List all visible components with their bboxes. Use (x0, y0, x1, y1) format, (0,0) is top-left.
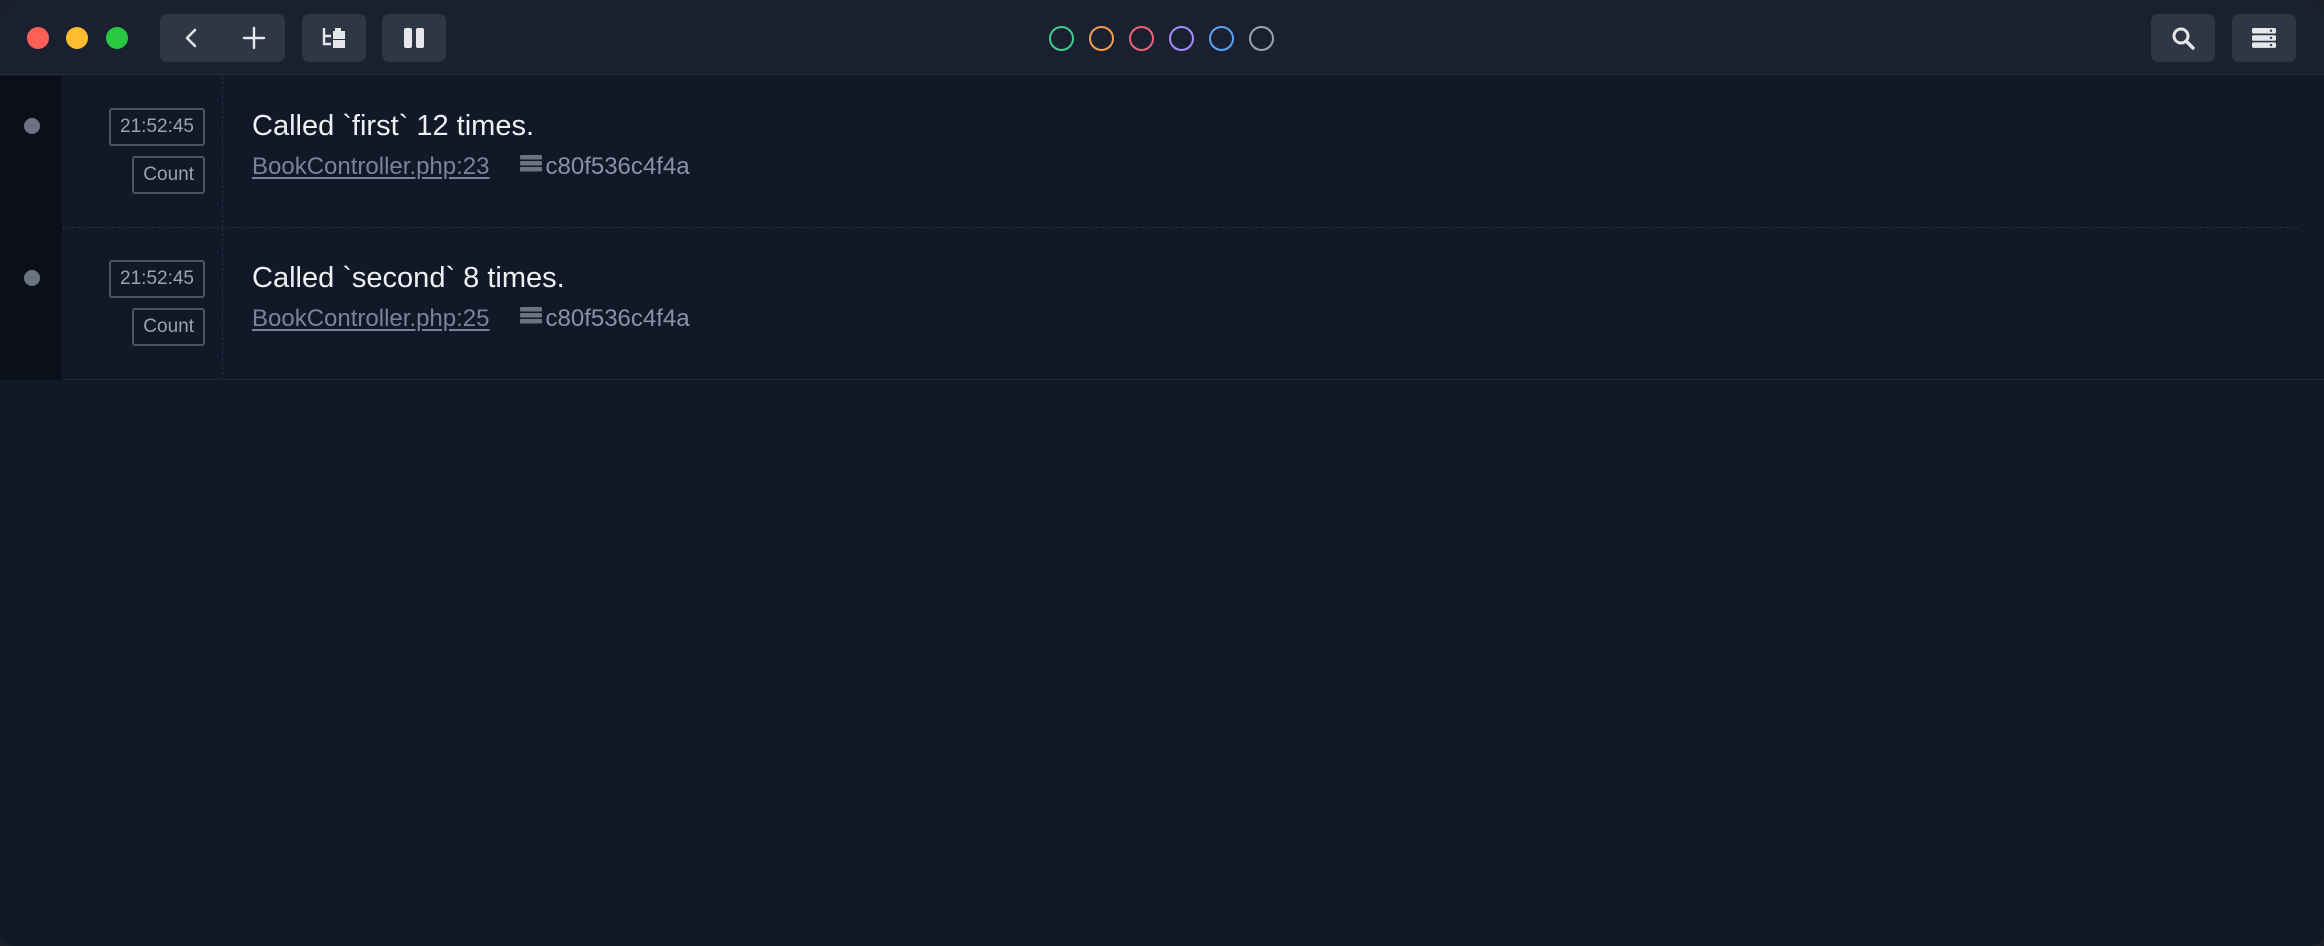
filter-orange[interactable] (1089, 26, 1114, 51)
entry-gutter (0, 76, 62, 228)
new-window-button[interactable] (222, 14, 285, 62)
search-button[interactable] (2151, 14, 2215, 62)
search-button-wrap (2151, 14, 2215, 62)
entry-origin: BookController.php:23 c80f536c4f4a (252, 152, 2304, 181)
title-bar (0, 0, 2324, 75)
filter-green[interactable] (1049, 26, 1074, 51)
entry-file-link[interactable]: BookController.php:23 (252, 153, 490, 181)
entry-meta: 21:52:45 Count (62, 228, 223, 380)
entry-timestamp: 21:52:45 (109, 260, 205, 298)
entry-meta: 21:52:45 Count (62, 76, 223, 228)
row-divider (62, 379, 2324, 380)
entry-body: Called `second` 8 times. BookController.… (252, 258, 2304, 333)
nav-button-group (160, 14, 285, 62)
entry-message: Called `first` 12 times. (252, 110, 535, 142)
entry-type-badge[interactable]: Count (132, 308, 205, 346)
entry-status-dot (24, 270, 40, 286)
tree-view-button-wrap (302, 14, 366, 62)
entry-host-name: c80f536c4f4a (545, 304, 690, 332)
entry-host-name: c80f536c4f4a (545, 152, 690, 180)
log-list: 21:52:45 Count Called `first` 12 times. … (0, 76, 2324, 380)
server-list-button-wrap (2232, 14, 2296, 62)
entry-origin: BookController.php:25 c80f536c4f4a (252, 304, 2304, 333)
chevron-left-icon (184, 27, 198, 49)
entry-timestamp: 21:52:45 (109, 108, 205, 146)
entry-body: Called `first` 12 times. BookController.… (252, 106, 2304, 181)
pause-button[interactable] (382, 14, 446, 62)
filter-red[interactable] (1129, 26, 1154, 51)
app-window: 21:52:45 Count Called `first` 12 times. … (0, 0, 2324, 946)
tree-view-icon (321, 27, 347, 49)
search-icon (2171, 26, 2195, 50)
entry-status-dot (24, 118, 40, 134)
server-list-button[interactable] (2232, 14, 2296, 62)
server-icon (519, 152, 546, 181)
pause-icon (403, 27, 425, 49)
plus-icon (242, 26, 266, 50)
entry-file-link[interactable]: BookController.php:25 (252, 305, 490, 333)
filter-blue[interactable] (1209, 26, 1234, 51)
entry-type-badge[interactable]: Count (132, 156, 205, 194)
entry-gutter (0, 228, 62, 380)
back-button[interactable] (160, 14, 222, 62)
filter-gray[interactable] (1249, 26, 1274, 51)
close-window-button[interactable] (27, 27, 49, 49)
color-filters (1049, 26, 1274, 51)
zoom-window-button[interactable] (106, 27, 128, 49)
log-entry[interactable]: 21:52:45 Count Called `first` 12 times. … (0, 76, 2324, 228)
entry-host: c80f536c4f4a (519, 304, 690, 333)
log-entry[interactable]: 21:52:45 Count Called `second` 8 times. … (0, 228, 2324, 380)
entry-host: c80f536c4f4a (519, 152, 690, 181)
filter-purple[interactable] (1169, 26, 1194, 51)
minimize-window-button[interactable] (66, 27, 88, 49)
pause-button-wrap (382, 14, 446, 62)
server-list-icon (2251, 27, 2277, 49)
entry-message: Called `second` 8 times. (252, 262, 565, 294)
tree-view-button[interactable] (302, 14, 366, 62)
server-icon (519, 304, 546, 333)
